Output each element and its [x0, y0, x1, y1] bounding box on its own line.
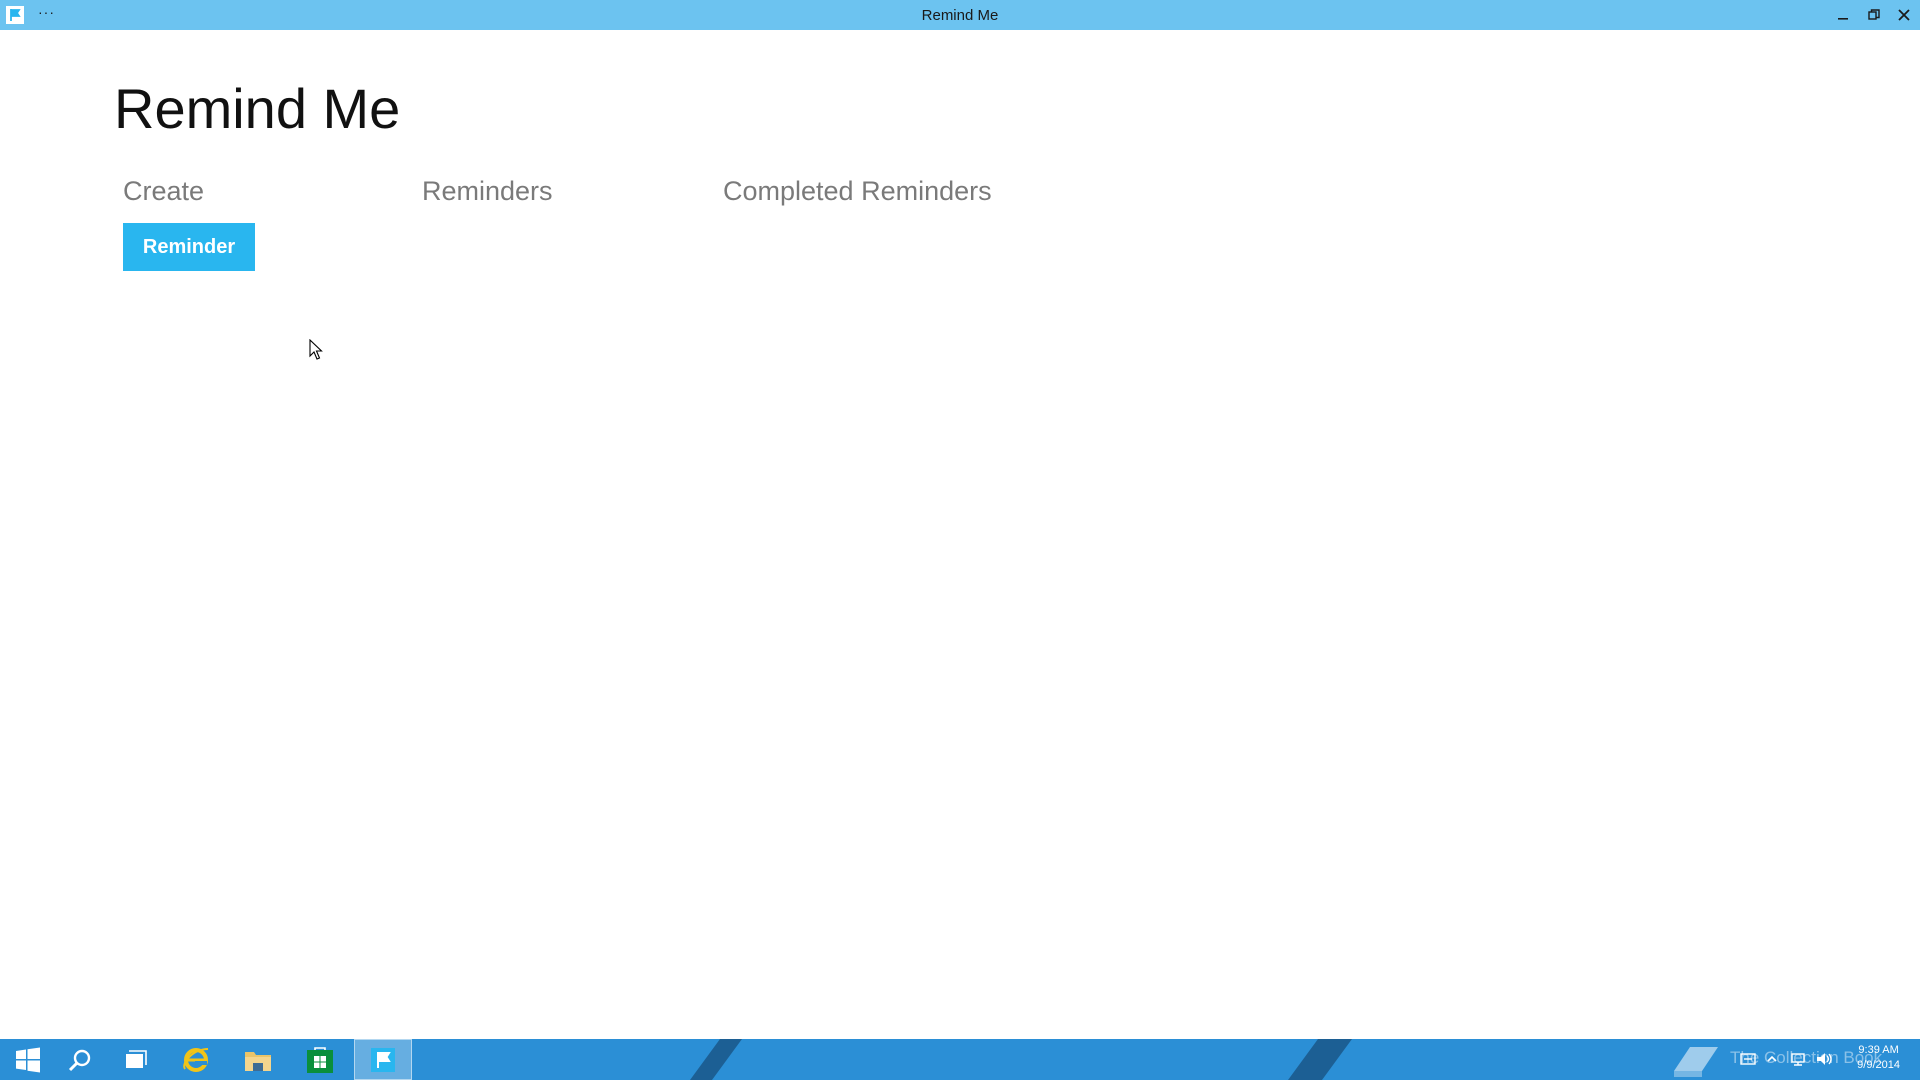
- clock-time: 9:39 AM: [1858, 1044, 1899, 1056]
- volume-icon[interactable]: [1816, 1052, 1834, 1066]
- taskbar: The Collection Book 9:39 AM 9/9/2014: [0, 1039, 1920, 1080]
- wallpaper-stripe: [1288, 1039, 1352, 1080]
- task-view-button[interactable]: [108, 1039, 164, 1080]
- section-create-header: Create: [123, 176, 205, 206]
- section-completed-header: Completed Reminders: [723, 176, 992, 206]
- network-icon[interactable]: [1790, 1052, 1806, 1066]
- system-clock[interactable]: 9:39 AM 9/9/2014: [1857, 1043, 1900, 1073]
- page-title: Remind Me: [114, 77, 401, 140]
- store-button[interactable]: [292, 1039, 348, 1080]
- section-reminders-header: Reminders: [422, 176, 553, 206]
- restore-icon: [1868, 9, 1880, 20]
- internet-explorer-button[interactable]: [168, 1039, 224, 1080]
- search-icon: [68, 1049, 91, 1071]
- close-icon: [1898, 9, 1910, 21]
- wallpaper-stripe: [690, 1039, 742, 1080]
- file-explorer-button[interactable]: [230, 1039, 286, 1080]
- title-bar: ··· Remind Me: [0, 0, 1920, 30]
- mouse-cursor-icon: [309, 338, 323, 366]
- search-button[interactable]: [52, 1039, 108, 1080]
- windows-logo-icon: [16, 1047, 40, 1072]
- restore-button[interactable]: [1858, 0, 1890, 30]
- flag-icon: [371, 1047, 395, 1072]
- show-hidden-icons-icon[interactable]: [1766, 1052, 1778, 1066]
- minimize-button[interactable]: [1827, 0, 1859, 30]
- window-title: Remind Me: [921, 7, 999, 24]
- file-explorer-icon: [245, 1051, 271, 1071]
- remind-me-taskbar-button[interactable]: [354, 1039, 412, 1080]
- start-button[interactable]: [0, 1039, 56, 1080]
- close-button[interactable]: [1888, 0, 1920, 30]
- notification-icon[interactable]: [1740, 1052, 1756, 1066]
- minimize-icon: [1838, 18, 1848, 20]
- book-icon: [1674, 1047, 1718, 1077]
- clock-date: 9/9/2014: [1857, 1059, 1900, 1071]
- store-icon: [307, 1046, 333, 1073]
- internet-explorer-icon: [183, 1047, 209, 1072]
- task-view-icon: [126, 1049, 147, 1068]
- create-reminder-button[interactable]: Reminder: [123, 223, 255, 271]
